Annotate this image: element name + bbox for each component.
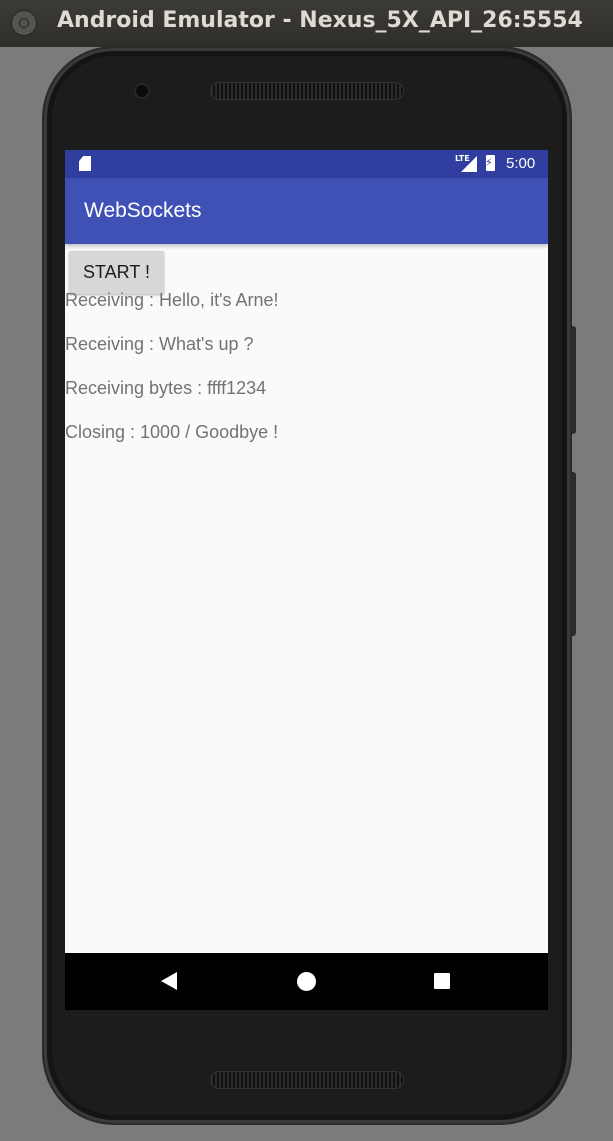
window-titlebar: Android Emulator - Nexus_5X_API_26:5554 — [0, 0, 613, 47]
battery-charging-icon — [485, 155, 495, 171]
message-line: Closing : 1000 / Goodbye ! — [65, 422, 279, 442]
network-type-label: LTE — [455, 154, 470, 163]
volume-button[interactable] — [570, 472, 576, 636]
navigation-bar — [65, 953, 548, 1010]
power-button[interactable] — [570, 326, 576, 434]
home-icon[interactable] — [297, 972, 316, 991]
status-bar: LTE 5:00 — [65, 150, 548, 178]
message-line: Receiving : What's up ? — [65, 334, 254, 354]
emulator-window: Android Emulator - Nexus_5X_API_26:5554 … — [0, 0, 613, 1141]
app-bar: WebSockets — [65, 178, 548, 244]
back-icon[interactable] — [161, 972, 177, 990]
message-line: Receiving bytes : ffff1234 — [65, 378, 267, 398]
front-camera — [136, 85, 148, 97]
sd-card-icon — [79, 156, 91, 171]
app-title: WebSockets — [84, 199, 202, 222]
message-line: Receiving : Hello, it's Arne! — [65, 290, 279, 310]
start-button[interactable]: START ! — [69, 251, 164, 294]
bottom-speaker-grille — [211, 1072, 403, 1088]
close-window-button[interactable] — [11, 10, 37, 36]
status-clock: 5:00 — [506, 155, 536, 172]
device-screen: LTE 5:00 WebSockets START ! Receiving : … — [65, 150, 548, 1010]
window-title: Android Emulator - Nexus_5X_API_26:5554 — [57, 8, 583, 33]
top-speaker-grille — [211, 83, 403, 99]
recents-icon[interactable] — [434, 973, 450, 989]
